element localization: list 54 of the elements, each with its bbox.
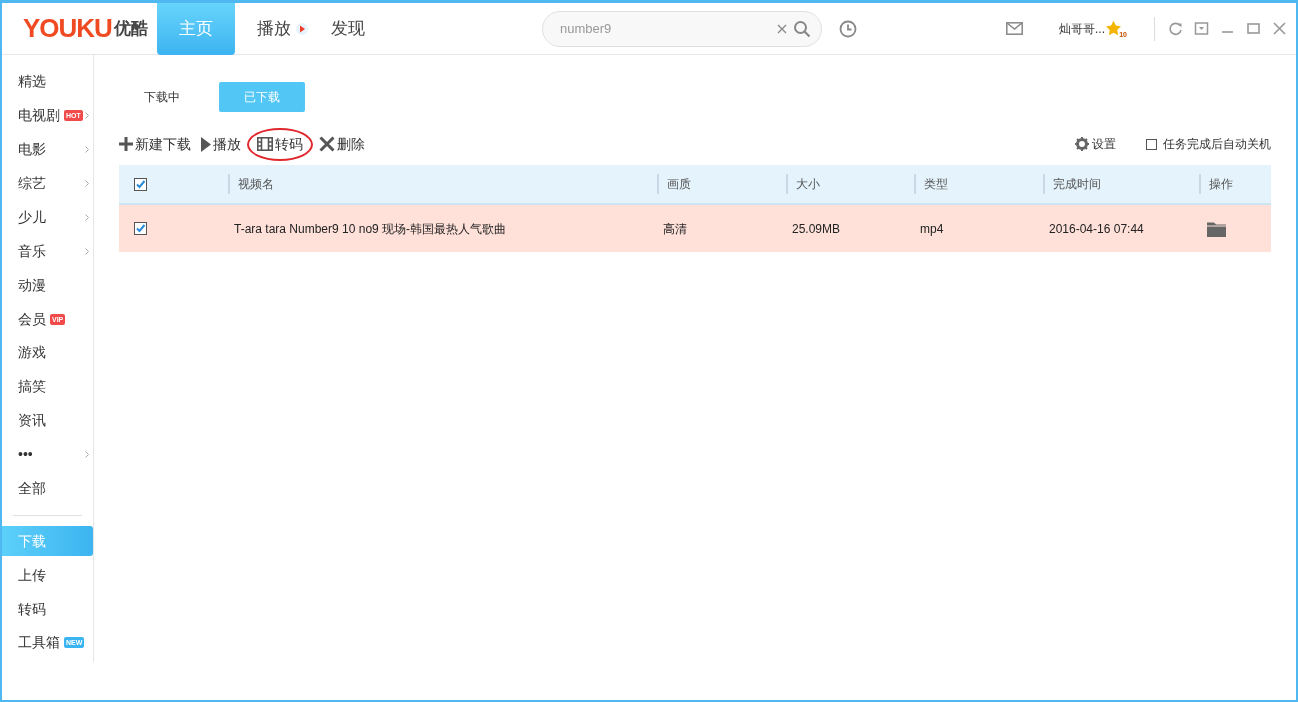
sidebar-item[interactable]: 动漫 [2, 270, 93, 301]
table-cell-text: 2016-04-16 07:44 [1049, 220, 1144, 238]
logo-text: 优酷 [113, 17, 148, 40]
sidebar-item[interactable]: 全部 [2, 473, 93, 504]
tab[interactable]: 下载中 [119, 82, 205, 112]
search-icon[interactable] [793, 19, 811, 38]
sidebar-item[interactable]: 少儿 [2, 202, 93, 233]
nav-tab[interactable]: 发现 [320, 2, 376, 55]
mail-icon[interactable] [1006, 22, 1023, 35]
sidebar-item[interactable]: 游戏 [2, 338, 93, 368]
table-cell-text: T-ara tara Number9 10 no9 现场-韩国最热人气歌曲 [234, 220, 507, 238]
sidebar-item[interactable]: 电影 [2, 134, 93, 165]
delete-icon [319, 136, 335, 152]
table-cell-text: mp4 [920, 220, 944, 238]
column-header[interactable]: 类型 [924, 175, 948, 193]
sidebar-item[interactable]: 资讯 [2, 405, 93, 436]
sidebar-item[interactable]: 综艺 [2, 168, 93, 199]
checkbox[interactable] [134, 222, 147, 235]
refresh-icon[interactable] [1168, 21, 1183, 36]
clear-icon[interactable] [777, 23, 787, 34]
clock-icon[interactable] [839, 19, 857, 38]
select-all-checkbox[interactable] [134, 177, 147, 191]
gear-icon [1075, 137, 1089, 151]
toolbar-button[interactable]: 新建下载 [119, 133, 191, 155]
play-icon [201, 136, 211, 152]
user-name[interactable]: 灿哥哥... [1059, 19, 1105, 38]
toolbar-button[interactable]: 删除 [319, 133, 365, 155]
column-header[interactable]: 画质 [667, 175, 691, 193]
nav-tab[interactable]: 播放 [246, 2, 320, 55]
plus-icon [119, 137, 133, 151]
toolbar-button[interactable]: 播放 [201, 133, 241, 155]
column-header[interactable]: 操作 [1209, 175, 1233, 193]
dropdown-icon[interactable] [1194, 21, 1209, 36]
sidebar-item[interactable]: 上传 [2, 560, 93, 591]
close-icon[interactable] [1272, 21, 1287, 36]
maximize-icon[interactable] [1246, 21, 1261, 36]
toolbar-button[interactable]: 转码 [251, 133, 309, 155]
table-cell-text: 高清 [663, 220, 687, 238]
sidebar-item[interactable]: 精选 [2, 67, 93, 97]
table-row[interactable]: T-ara tara Number9 10 no9 现场-韩国最热人气歌曲 高清 25.09MB mp4 2016-04-16 07:44 [119, 205, 1271, 252]
column-header[interactable]: 视频名 [238, 175, 274, 193]
column-header[interactable]: 大小 [796, 175, 820, 193]
table-cell-text: 25.09MB [792, 220, 841, 238]
settings-button[interactable]: 设置 [1075, 135, 1116, 153]
checkbox-label: 任务完成后自动关机 [1163, 136, 1271, 153]
column-header[interactable]: 完成时间 [1053, 175, 1101, 193]
sidebar-item[interactable]: 音乐 [2, 236, 93, 267]
sidebar-item[interactable]: 搞笑 [2, 371, 93, 402]
checkbox[interactable] [1146, 138, 1157, 150]
sidebar-item[interactable]: ••• [2, 439, 93, 470]
logo-text: YOUKU [23, 12, 112, 45]
sidebar-item[interactable]: 转码 [2, 594, 93, 624]
film-icon [257, 137, 273, 151]
folder-icon[interactable] [1207, 220, 1226, 237]
